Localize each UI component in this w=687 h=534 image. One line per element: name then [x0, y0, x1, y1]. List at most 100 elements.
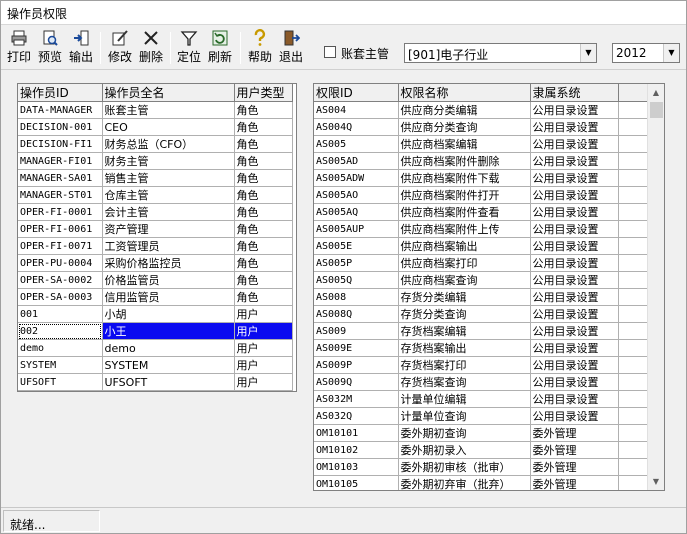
permission-id-cell[interactable]: OM10102 [314, 441, 399, 459]
table-row[interactable]: DECISION-001 CEO 角色 [18, 118, 293, 136]
user-type-cell[interactable]: 角色 [234, 271, 293, 289]
permission-name-cell[interactable]: 供应商档案查询 [398, 271, 531, 289]
permission-name-cell[interactable]: 供应商档案输出 [398, 237, 531, 255]
table-row[interactable]: AS032Q 计量单位查询 公用目录设置 [314, 407, 649, 425]
subsystem-cell[interactable]: 委外管理 [530, 424, 619, 442]
permission-id-cell[interactable]: AS009Q [314, 373, 399, 391]
user-type-cell[interactable]: 角色 [234, 135, 293, 153]
table-row[interactable]: OPER-FI-0061 资产管理 角色 [18, 220, 293, 238]
table-row[interactable]: OPER-PU-0004 采购价格监控员 角色 [18, 254, 293, 272]
export-button[interactable]: 输出 [67, 29, 95, 67]
table-row[interactable]: OM10101 委外期初查询 委外管理 [314, 424, 649, 442]
user-type-cell[interactable]: 角色 [234, 101, 293, 119]
table-row[interactable]: 001 小胡 用户 [18, 305, 293, 323]
table-row[interactable]: MANAGER-SA01 销售主管 角色 [18, 169, 293, 187]
print-button[interactable]: 打印 [5, 29, 33, 67]
year-select[interactable]: 2012 ▼ [612, 43, 680, 63]
operator-name-cell[interactable]: 资产管理 [102, 220, 235, 238]
permission-name-cell[interactable]: 计量单位编辑 [398, 390, 531, 408]
table-row[interactable]: OM10105 委外期初弃审（批弃） 委外管理 [314, 475, 649, 490]
subsystem-cell[interactable]: 公用目录设置 [530, 305, 619, 323]
table-row[interactable]: AS032M 计量单位编辑 公用目录设置 [314, 390, 649, 408]
operator-id-cell[interactable]: 001 [18, 305, 103, 323]
permission-id-cell[interactable]: AS005AO [314, 186, 399, 204]
table-row[interactable]: 002 小王 用户 [18, 322, 293, 340]
table-row[interactable]: OPER-SA-0002 价格监管员 角色 [18, 271, 293, 289]
permission-name-cell[interactable]: 存货分类查询 [398, 305, 531, 323]
subsystem-cell[interactable]: 公用目录设置 [530, 152, 619, 170]
permission-name-cell[interactable]: 计量单位查询 [398, 407, 531, 425]
operator-name-cell[interactable]: 销售主管 [102, 169, 235, 187]
permission-id-cell[interactable]: AS005Q [314, 271, 399, 289]
operator-id-cell[interactable]: DECISION-001 [18, 118, 103, 136]
subsystem-cell[interactable]: 公用目录设置 [530, 254, 619, 272]
column-header-operator-id[interactable]: 操作员ID [18, 84, 103, 102]
operator-id-cell[interactable]: DATA-MANAGER [18, 101, 103, 119]
operator-name-cell[interactable]: 仓库主管 [102, 186, 235, 204]
permission-name-cell[interactable]: 供应商档案附件查看 [398, 203, 531, 221]
table-row[interactable]: demo demo 用户 [18, 339, 293, 357]
permission-id-cell[interactable]: AS009P [314, 356, 399, 374]
table-row[interactable]: AS004 供应商分类编辑 公用目录设置 [314, 101, 649, 119]
subsystem-cell[interactable]: 公用目录设置 [530, 135, 619, 153]
user-type-cell[interactable]: 用户 [234, 322, 293, 340]
user-type-cell[interactable]: 角色 [234, 186, 293, 204]
table-row[interactable]: AS009E 存货档案输出 公用目录设置 [314, 339, 649, 357]
table-row[interactable]: AS008 存货分类编辑 公用目录设置 [314, 288, 649, 306]
operator-id-cell[interactable]: UFSOFT [18, 373, 103, 391]
table-row[interactable]: OPER-FI-0071 工资管理员 角色 [18, 237, 293, 255]
table-row[interactable]: AS005E 供应商档案输出 公用目录设置 [314, 237, 649, 255]
permission-name-cell[interactable]: 委外期初弃审（批弃） [398, 475, 531, 490]
user-type-cell[interactable]: 角色 [234, 220, 293, 238]
table-row[interactable]: AS005P 供应商档案打印 公用目录设置 [314, 254, 649, 272]
operator-name-cell[interactable]: SYSTEM [102, 356, 235, 374]
permission-name-cell[interactable]: 供应商档案附件上传 [398, 220, 531, 238]
subsystem-cell[interactable]: 公用目录设置 [530, 407, 619, 425]
user-type-cell[interactable]: 角色 [234, 169, 293, 187]
subsystem-cell[interactable]: 公用目录设置 [530, 288, 619, 306]
table-row[interactable]: OM10103 委外期初审核（批审） 委外管理 [314, 458, 649, 476]
permission-name-cell[interactable]: 存货分类编辑 [398, 288, 531, 306]
permission-name-cell[interactable]: 供应商分类编辑 [398, 101, 531, 119]
permission-name-cell[interactable]: 委外期初查询 [398, 424, 531, 442]
operator-name-cell[interactable]: 信用监管员 [102, 288, 235, 306]
scrollbar-thumb[interactable] [650, 102, 663, 118]
scroll-up-icon[interactable]: ▲ [648, 84, 664, 101]
subsystem-cell[interactable]: 公用目录设置 [530, 339, 619, 357]
table-row[interactable]: AS005Q 供应商档案查询 公用目录设置 [314, 271, 649, 289]
operator-name-cell[interactable]: 会计主管 [102, 203, 235, 221]
exit-button[interactable]: 退出 [277, 29, 305, 67]
table-row[interactable]: AS009P 存货档案打印 公用目录设置 [314, 356, 649, 374]
permission-name-cell[interactable]: 存货档案编辑 [398, 322, 531, 340]
permission-id-cell[interactable]: AS009E [314, 339, 399, 357]
permission-id-cell[interactable]: AS005AQ [314, 203, 399, 221]
user-type-cell[interactable]: 用户 [234, 339, 293, 357]
user-type-cell[interactable]: 用户 [234, 373, 293, 391]
user-type-cell[interactable]: 角色 [234, 118, 293, 136]
permission-name-cell[interactable]: 供应商分类查询 [398, 118, 531, 136]
operator-name-cell[interactable]: 工资管理员 [102, 237, 235, 255]
user-type-cell[interactable]: 角色 [234, 203, 293, 221]
operator-id-cell[interactable]: demo [18, 339, 103, 357]
table-row[interactable]: DECISION-FI1 财务总监（CFO） 角色 [18, 135, 293, 153]
operator-name-cell[interactable]: UFSOFT [102, 373, 235, 391]
table-row[interactable]: AS005AUP 供应商档案附件上传 公用目录设置 [314, 220, 649, 238]
subsystem-cell[interactable]: 公用目录设置 [530, 203, 619, 221]
subsystem-cell[interactable]: 公用目录设置 [530, 101, 619, 119]
permission-id-cell[interactable]: AS009 [314, 322, 399, 340]
operator-name-cell[interactable]: 小胡 [102, 305, 235, 323]
operator-name-cell[interactable]: 财务总监（CFO） [102, 135, 235, 153]
permission-name-cell[interactable]: 存货档案查询 [398, 373, 531, 391]
subsystem-cell[interactable]: 委外管理 [530, 441, 619, 459]
table-row[interactable]: AS005 供应商档案编辑 公用目录设置 [314, 135, 649, 153]
operator-id-cell[interactable]: OPER-FI-0071 [18, 237, 103, 255]
permission-name-cell[interactable]: 供应商档案打印 [398, 254, 531, 272]
user-type-cell[interactable]: 角色 [234, 237, 293, 255]
subsystem-cell[interactable]: 公用目录设置 [530, 373, 619, 391]
permission-name-cell[interactable]: 存货档案打印 [398, 356, 531, 374]
table-row[interactable]: AS008Q 存货分类查询 公用目录设置 [314, 305, 649, 323]
permission-id-cell[interactable]: AS005 [314, 135, 399, 153]
refresh-button[interactable]: 刷新 [206, 29, 234, 67]
permission-name-cell[interactable]: 供应商档案附件打开 [398, 186, 531, 204]
user-type-cell[interactable]: 角色 [234, 288, 293, 306]
